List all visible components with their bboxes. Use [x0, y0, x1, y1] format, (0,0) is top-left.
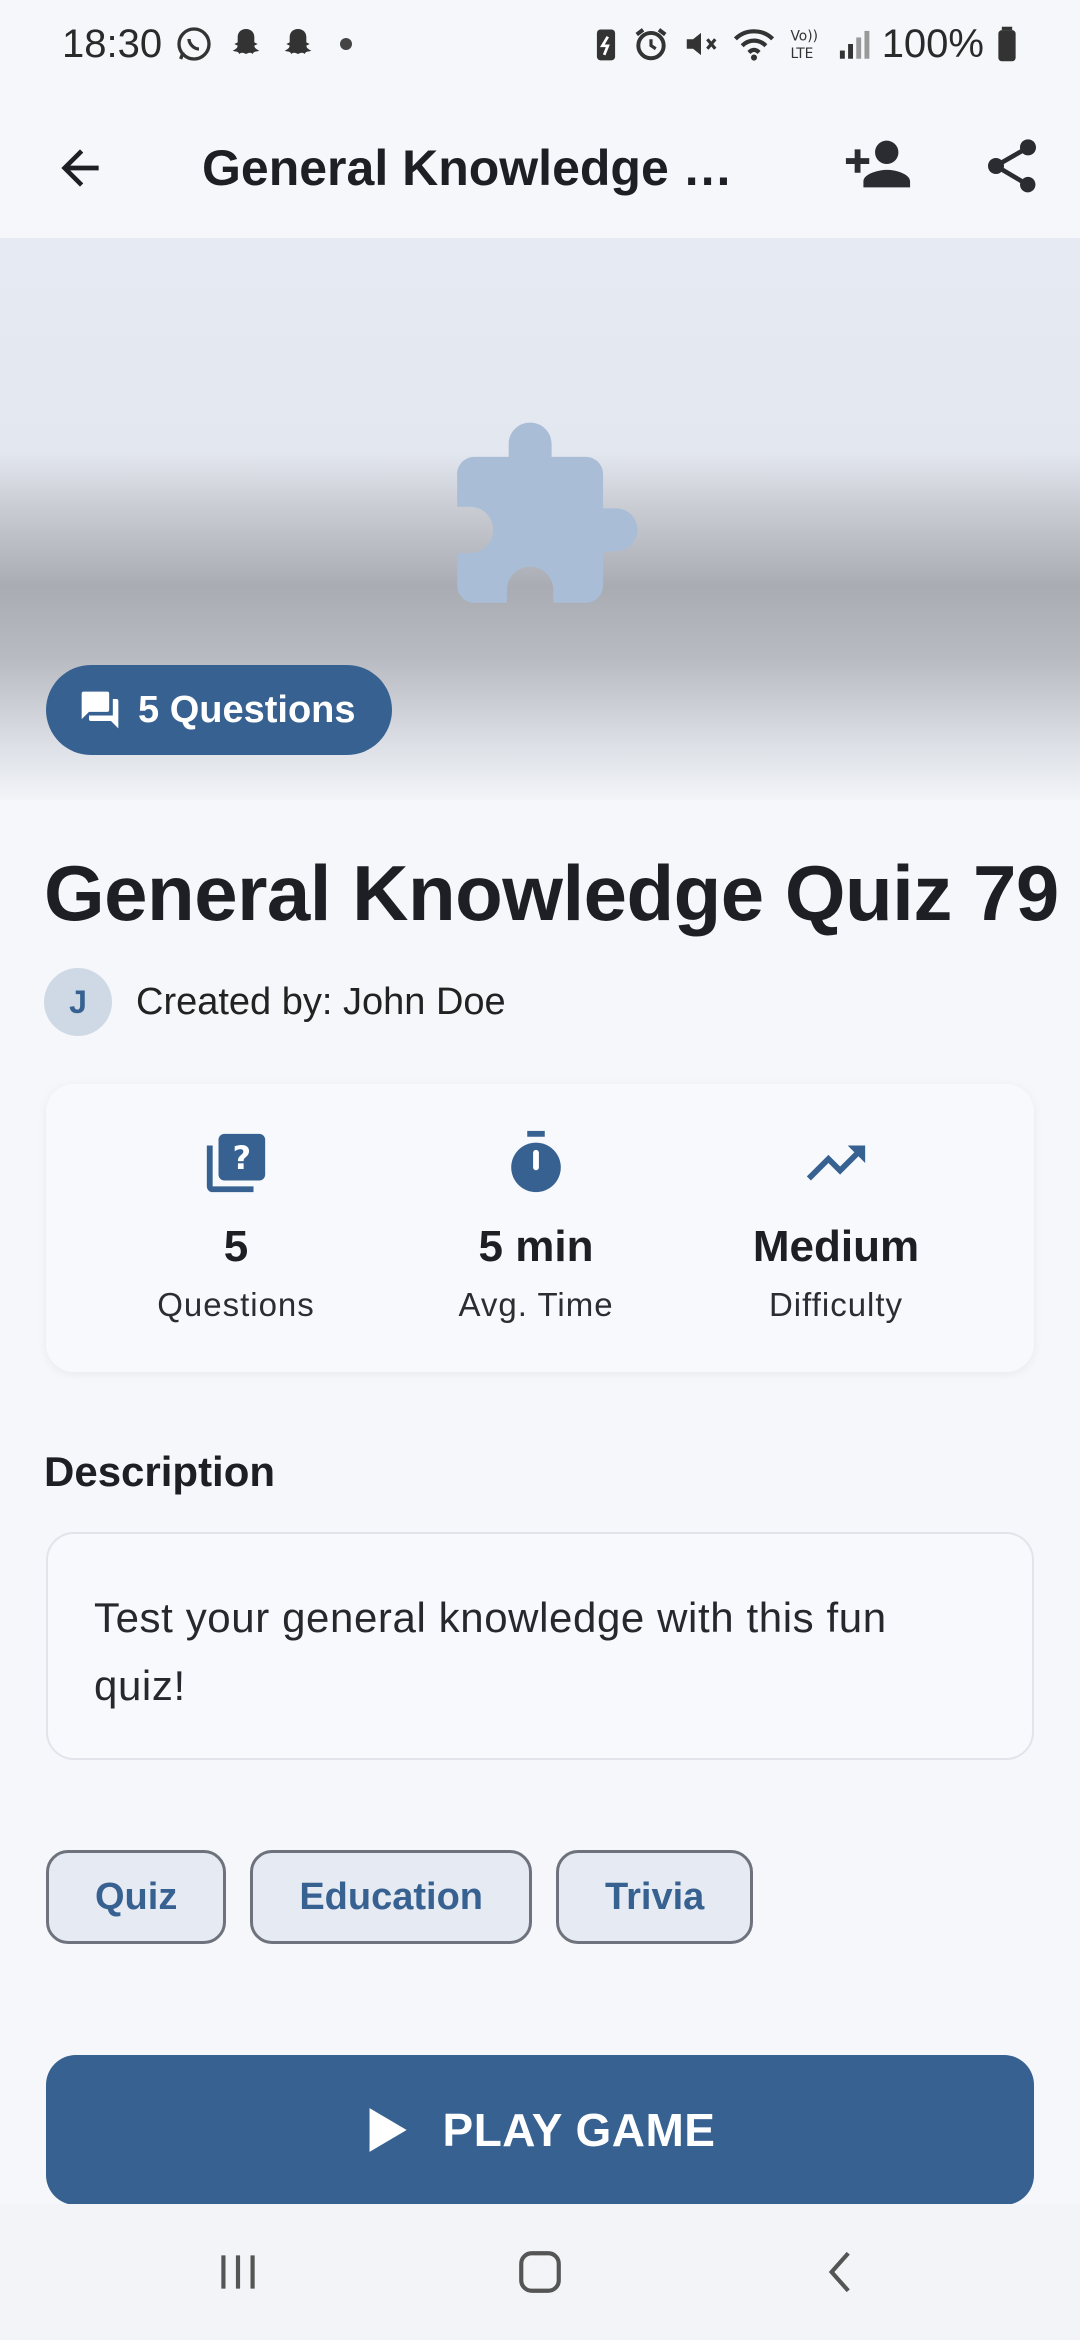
share-icon: [988, 139, 1036, 193]
svg-text:Vo)): Vo)): [790, 29, 818, 45]
tag-chip[interactable]: Education: [250, 1850, 533, 1944]
questions-count-chip: 5 Questions: [46, 665, 392, 755]
stat-difficulty-label: Difficulty: [768, 1286, 904, 1323]
mute-icon: [682, 25, 720, 63]
home-icon: [519, 2251, 561, 2293]
recents-icon: [221, 2255, 255, 2289]
stat-avg-time-value: 5 min: [478, 1222, 594, 1271]
play-game-label: PLAY GAME: [442, 2104, 716, 2156]
stat-difficulty-value: Medium: [752, 1222, 920, 1271]
quiz-icon: ?: [206, 1133, 266, 1193]
signal-icon: [836, 26, 870, 62]
tag-chip[interactable]: Quiz: [46, 1850, 227, 1944]
quiz-title: General Knowledge Quiz 79: [44, 849, 1059, 937]
battery-icon: [996, 25, 1018, 63]
wifi-icon: [732, 25, 776, 63]
app-bar-title: General Knowledge Quiz 79: [202, 140, 762, 196]
back-arrow-icon: [61, 149, 99, 187]
stat-questions-label: Questions: [157, 1286, 315, 1323]
avatar: J: [44, 968, 112, 1036]
snapchat-icon: [278, 24, 318, 64]
creator-row: J Created by: John Doe: [44, 968, 506, 1036]
stat-avg-time: 5 min Avg. Time: [386, 1084, 686, 1372]
tag-list: Quiz Education Trivia: [46, 1850, 754, 1944]
status-bar: 18:30 Vo)) LTE 100%: [0, 0, 1080, 88]
stat-questions-value: 5: [223, 1222, 249, 1271]
svg-text:LTE: LTE: [790, 46, 813, 62]
system-nav-bar: [0, 2204, 1080, 2340]
alarm-icon: [632, 25, 670, 63]
add-friend-button[interactable]: [838, 124, 918, 204]
app-bar: General Knowledge Quiz 79: [0, 88, 1080, 238]
questions-chip-label: 5 Questions: [138, 688, 356, 731]
puzzle-icon: [457, 422, 638, 603]
play-game-button[interactable]: PLAY GAME: [46, 2055, 1034, 2205]
back-button[interactable]: [40, 128, 120, 208]
whatsapp-icon: [174, 24, 214, 64]
status-right: Vo)) LTE 100%: [592, 22, 1018, 67]
share-button[interactable]: [972, 126, 1052, 206]
description-box: Test your general knowledge with this fu…: [46, 1532, 1034, 1760]
tag-chip[interactable]: Trivia: [556, 1850, 754, 1944]
notification-dot: [340, 38, 353, 50]
stats-card: ? 5 Questions 5 min Avg. Time Medium Dif…: [46, 1084, 1034, 1372]
creator-text: Created by: John Doe: [136, 980, 506, 1023]
description-heading: Description: [44, 1448, 276, 1495]
snapchat-icon: [226, 24, 266, 64]
home-button[interactable]: [480, 2232, 600, 2312]
stat-questions: ? 5 Questions: [86, 1084, 386, 1372]
recents-button[interactable]: [178, 2232, 298, 2312]
back-icon: [828, 2251, 850, 2293]
volte-icon: Vo)) LTE: [788, 25, 824, 63]
svg-text:?: ?: [233, 1139, 252, 1177]
stat-difficulty: Medium Difficulty: [686, 1084, 986, 1372]
play-icon: [369, 2108, 407, 2152]
battery-level: 100%: [881, 21, 984, 66]
system-back-button[interactable]: [782, 2232, 902, 2312]
description-text: Test your general knowledge with this fu…: [94, 1594, 887, 1709]
timer-icon: [511, 1130, 561, 1193]
status-time: 18:30: [62, 21, 163, 66]
battery-saver-icon: [592, 24, 620, 64]
forum-icon: [81, 691, 119, 729]
status-left: 18:30: [62, 21, 353, 67]
stat-avg-time-label: Avg. Time: [458, 1286, 614, 1323]
trending-up-icon: [806, 1145, 866, 1181]
person-add-icon: [845, 140, 911, 188]
